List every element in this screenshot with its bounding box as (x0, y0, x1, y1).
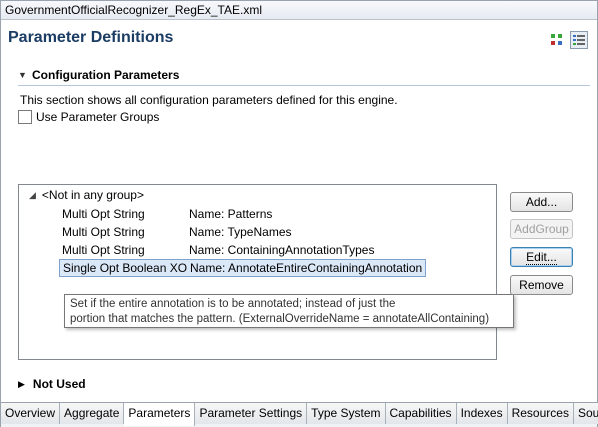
param-type: Multi Opt String (62, 225, 145, 239)
tab-parameters[interactable]: Parameters (124, 403, 196, 426)
expanded-twistie-icon[interactable]: ▼ (18, 70, 27, 80)
tree-row[interactable]: Multi Opt String Name: TypeNames (62, 224, 292, 240)
tab-resources[interactable]: Resources (507, 403, 574, 424)
collapsed-twistie-icon[interactable]: ▶ (18, 379, 25, 390)
not-used-label: Not Used (32, 377, 86, 391)
section-description: This section shows all configuration par… (20, 93, 398, 107)
tree-row[interactable]: Multi Opt String Name: ContainingAnnotat… (62, 242, 374, 258)
tree-expand-icon[interactable]: ◢ (29, 190, 36, 201)
section-title: Configuration Parameters (32, 68, 180, 82)
config-params-section-header[interactable]: ▼ Configuration Parameters (18, 67, 590, 86)
list-layout-icon[interactable] (570, 31, 588, 49)
group-label: <Not in any group> (41, 188, 144, 202)
tooltip-line-2: portion that matches the pattern. (Exter… (70, 313, 490, 325)
param-name: Name: Patterns (189, 207, 273, 221)
header-toolbar (548, 31, 588, 49)
tab-type-system[interactable]: Type System (307, 403, 386, 424)
add-group-button[interactable]: AddGroup (510, 219, 573, 239)
tab-capabilities[interactable]: Capabilities (385, 403, 457, 424)
tooltip-line-1: Set if the entire annotation is to be an… (70, 298, 396, 310)
tab-indexes[interactable]: Indexes (456, 403, 508, 424)
param-name: Name: TypeNames (189, 225, 292, 239)
tree-row[interactable]: Multi Opt String Name: Patterns (62, 206, 272, 222)
use-parameter-groups-checkbox[interactable]: Use Parameter Groups (18, 110, 159, 124)
tab-source[interactable]: Source (573, 403, 598, 424)
add-button[interactable]: Add... (510, 192, 573, 212)
checkbox-box[interactable] (18, 110, 32, 124)
tab-aggregate[interactable]: Aggregate (60, 403, 125, 424)
edit-button[interactable]: Edit... (510, 247, 573, 267)
editor-title: GovernmentOfficialRecognizer_RegEx_TAE.x… (1, 1, 597, 20)
remove-button[interactable]: Remove (510, 275, 573, 295)
param-type: Single Opt Boolean XO (63, 261, 188, 275)
param-type: Multi Opt String (62, 243, 145, 257)
checkbox-label: Use Parameter Groups (36, 110, 160, 124)
tab-parameter-settings[interactable]: Parameter Settings (195, 403, 308, 424)
parameter-tooltip: Set if the entire annotation is to be an… (64, 294, 514, 328)
page-title: Parameter Definitions (8, 29, 174, 46)
param-name: Name: ContainingAnnotationTypes (189, 243, 375, 257)
tab-overview[interactable]: Overview (1, 403, 61, 424)
not-used-section-header[interactable]: ▶ Not Used (18, 377, 86, 391)
param-name: Name: AnnotateEntireContainingAnnotation (190, 261, 423, 275)
tree-group-node[interactable]: ◢ <Not in any group> (29, 188, 144, 202)
grid-layout-icon[interactable] (548, 31, 566, 49)
param-type: Multi Opt String (62, 207, 145, 221)
editor-page-tabs: Overview Aggregate Parameters Parameter … (1, 402, 598, 427)
tree-row-selected[interactable]: Single Opt Boolean XO Name: AnnotateEnti… (59, 259, 427, 277)
parameter-tree[interactable]: ◢ <Not in any group> Multi Opt String Na… (18, 184, 497, 360)
